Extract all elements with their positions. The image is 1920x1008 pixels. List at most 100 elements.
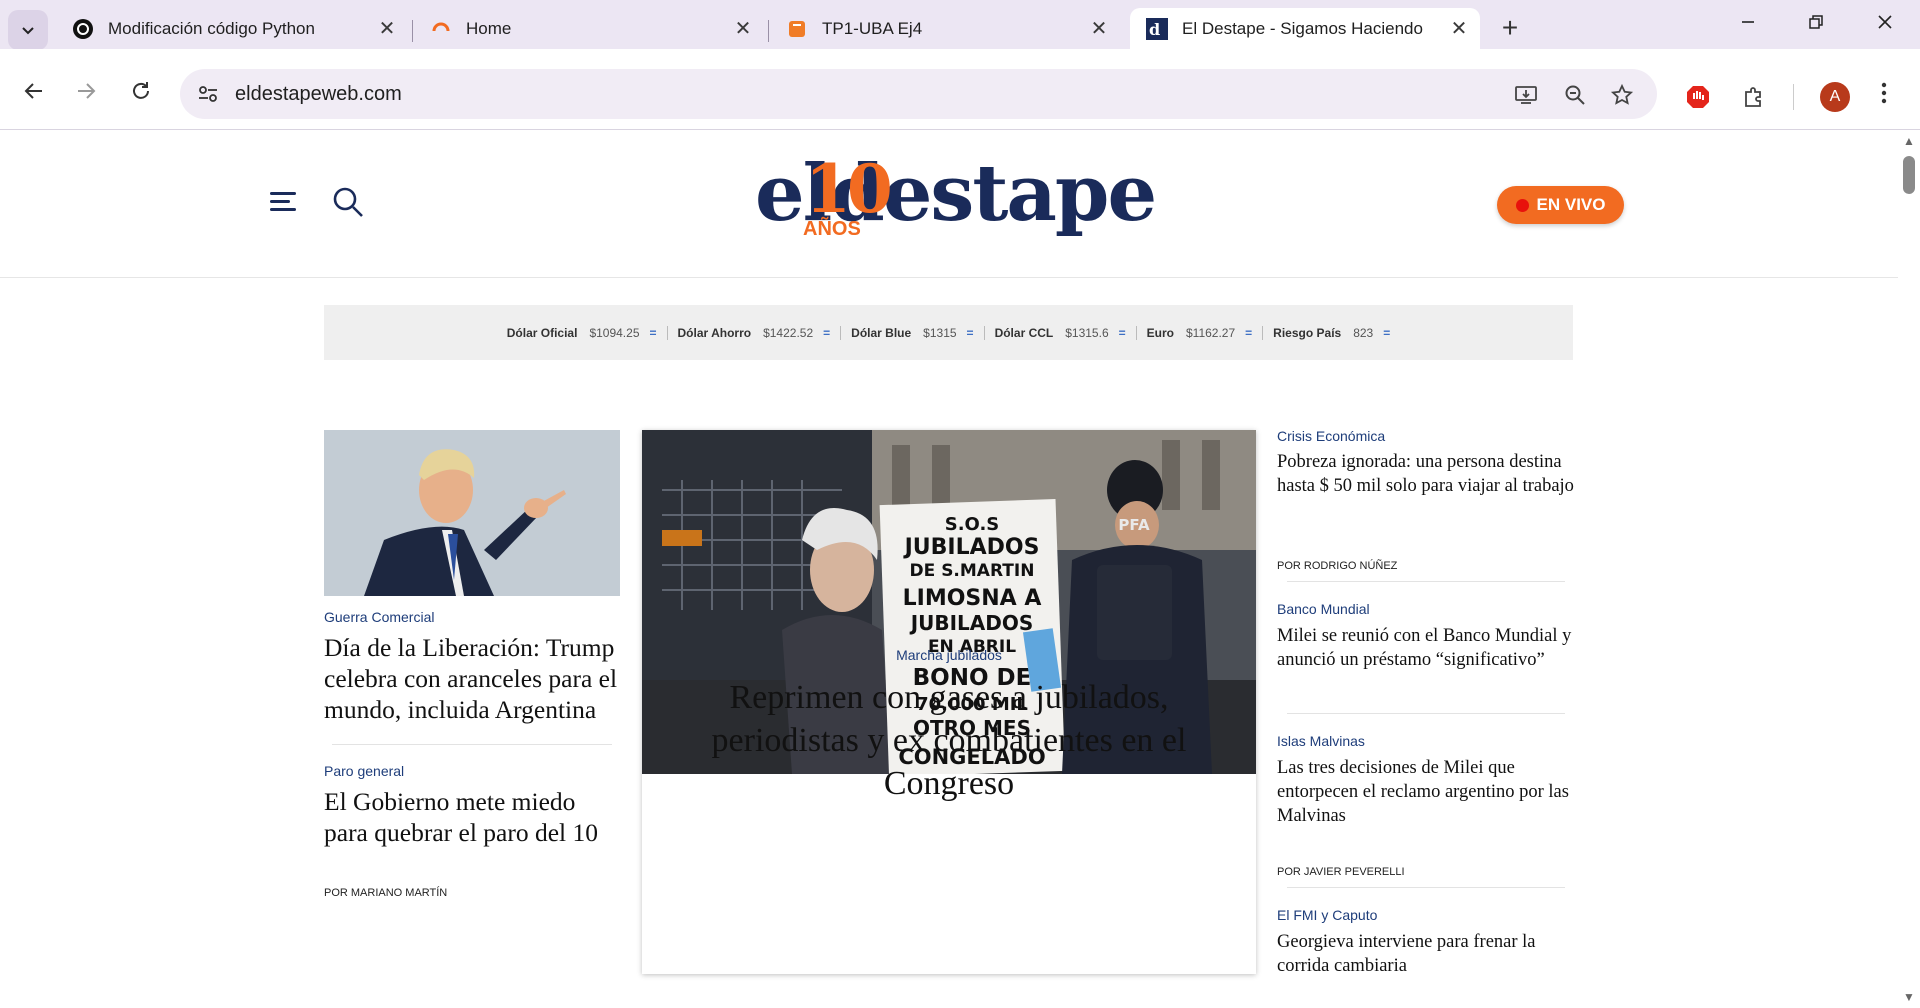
tab-search-button[interactable]	[8, 10, 48, 50]
story-byline: Por MARIANO MARTÍN	[324, 887, 448, 899]
tab-close-button[interactable]: ✕	[728, 16, 758, 41]
ticker-change: =	[1118, 325, 1126, 340]
svg-text:d: d	[1149, 20, 1160, 39]
story-kicker[interactable]: Banco Mundial	[1277, 601, 1370, 617]
story-kicker[interactable]: Guerra Comercial	[324, 609, 434, 625]
ticker-value: 823	[1353, 325, 1374, 340]
live-button[interactable]: EN VIVO	[1497, 186, 1624, 224]
story-byline: Por RODRIGO NÚÑEZ	[1277, 560, 1398, 572]
sign-text: DE S.MARTIN	[910, 561, 1035, 581]
tab-close-button[interactable]: ✕	[1084, 16, 1114, 41]
el-destape-favicon-icon: d	[1146, 17, 1168, 40]
main-headline[interactable]: Reprimen con gases a jubilados, periodis…	[680, 676, 1218, 805]
browser-toolbar: eldestapeweb.com A	[0, 49, 1920, 130]
install-app-icon[interactable]	[1512, 81, 1540, 109]
ticker-value: $1315	[923, 325, 957, 340]
story-headline[interactable]: Georgieva interviene para frenar la corr…	[1277, 930, 1577, 978]
ticker-label: Dólar Oficial	[506, 325, 578, 340]
ticker-item[interactable]: Dólar Ahorro $1422.52 =	[668, 325, 842, 340]
chevron-down-icon	[22, 27, 34, 35]
arrow-right-icon	[78, 83, 96, 99]
ticker-label: Euro	[1146, 325, 1174, 340]
ticker-label: Dólar Ahorro	[677, 325, 752, 340]
tab-el-destape[interactable]: d El Destape - Sigamos Haciendo ✕	[1130, 8, 1480, 49]
logo-anos-text: AÑOS	[803, 218, 861, 240]
ticker-label: Dólar CCL	[994, 325, 1054, 340]
page-viewport: eldestape 10 AÑOS EN VIVO Dólar Oficial …	[0, 130, 1898, 1008]
story-headline[interactable]: Día de la Liberación: Trump celebra con …	[324, 632, 624, 725]
scroll-up-icon[interactable]: ▲	[1903, 134, 1915, 148]
ticker-change: =	[1245, 325, 1253, 340]
tab-modificacion-codigo[interactable]: Modificación código Python ✕	[56, 8, 408, 49]
back-button[interactable]	[14, 71, 54, 111]
story-headline[interactable]: El Gobierno mete miedo para quebrar el p…	[324, 786, 624, 848]
story-divider	[1287, 713, 1565, 714]
site-logo[interactable]: eldestape 10 AÑOS	[755, 148, 1157, 248]
ticker-change: =	[649, 325, 657, 340]
zoom-icon[interactable]	[1561, 81, 1589, 109]
url-text[interactable]: eldestapeweb.com	[235, 83, 402, 106]
story-kicker[interactable]: El FMI y Caputo	[1277, 907, 1377, 923]
ticker-change: =	[1383, 325, 1391, 340]
story-kicker[interactable]: Crisis Económica	[1277, 428, 1385, 444]
new-tab-button[interactable]: +	[1493, 12, 1527, 44]
main-kicker[interactable]: Marcha jubilados	[642, 647, 1256, 663]
story-kicker[interactable]: Islas Malvinas	[1277, 733, 1365, 749]
ticker-value: $1315.6	[1065, 325, 1109, 340]
tab-divider	[768, 20, 769, 42]
minimize-icon	[1742, 21, 1754, 23]
tab-tp1-uba[interactable]: TP1-UBA Ej4 ✕	[770, 8, 1120, 49]
bookmark-star-icon[interactable]	[1608, 81, 1636, 109]
story-kicker[interactable]: Paro general	[324, 763, 404, 779]
ticker-item[interactable]: Euro $1162.27 =	[1137, 325, 1264, 340]
close-window-button[interactable]	[1862, 10, 1908, 36]
reload-icon	[133, 82, 149, 99]
ad-blocker-extension-icon[interactable]	[1684, 83, 1712, 111]
restore-icon	[1809, 15, 1823, 29]
close-icon	[1878, 15, 1892, 29]
scroll-down-icon[interactable]: ▼	[1903, 990, 1915, 1004]
tab-home[interactable]: Home ✕	[414, 8, 764, 49]
ticker-item[interactable]: Dólar CCL $1315.6 =	[985, 325, 1137, 340]
browser-menu-button[interactable]	[1872, 77, 1896, 117]
police-badge-text: PFA	[1118, 516, 1150, 534]
page-scrollbar[interactable]: ▲ ▼	[1898, 130, 1920, 1008]
address-bar[interactable]: eldestapeweb.com	[180, 69, 1657, 119]
ticker-change: =	[823, 325, 831, 340]
tab-strip: Modificación código Python ✕ Home ✕ TP1-…	[0, 0, 1920, 50]
ticker-label: Dólar Blue	[851, 325, 912, 340]
ticker-item[interactable]: Dólar Oficial $1094.25 =	[497, 325, 668, 340]
ticker-item[interactable]: Dólar Blue $1315 =	[841, 325, 985, 340]
tab-close-button[interactable]: ✕	[372, 16, 402, 41]
minimize-button[interactable]	[1725, 10, 1771, 36]
live-dot-icon	[1515, 198, 1529, 212]
sign-text: JUBILADOS	[909, 611, 1034, 635]
site-settings-icon[interactable]	[196, 82, 220, 106]
story-headline[interactable]: Las tres decisiones de Milei que entorpe…	[1277, 756, 1577, 828]
ticker-value: $1422.52	[763, 325, 814, 340]
tab-title: El Destape - Sigamos Haciendo	[1182, 18, 1423, 38]
tab-title: Modificación código Python	[108, 18, 315, 38]
profile-avatar[interactable]: A	[1820, 82, 1850, 112]
sign-text: JUBILADOS	[903, 535, 1040, 560]
loading-icon	[430, 18, 452, 40]
scrollbar-thumb[interactable]	[1903, 156, 1915, 194]
trump-photo[interactable]	[324, 430, 620, 596]
sign-text: S.O.S	[945, 514, 1000, 535]
hamburger-menu-icon[interactable]	[270, 192, 296, 218]
site-header: eldestape 10 AÑOS EN VIVO	[0, 130, 1898, 278]
ticker-label: Riesgo País	[1273, 325, 1342, 340]
ticker-change: =	[966, 325, 974, 340]
forward-button[interactable]	[66, 71, 106, 111]
story-divider	[332, 744, 612, 745]
ticker-item[interactable]: Riesgo País 823 =	[1263, 326, 1400, 340]
tab-close-button[interactable]: ✕	[1444, 16, 1474, 41]
site-search-icon[interactable]	[332, 186, 364, 218]
story-headline[interactable]: Pobreza ignorada: una persona destina ha…	[1277, 450, 1577, 498]
reload-button[interactable]	[121, 71, 161, 111]
extensions-puzzle-icon[interactable]	[1740, 83, 1768, 111]
story-divider	[1287, 581, 1565, 582]
ticker-value: $1094.25	[589, 325, 640, 340]
story-headline[interactable]: Milei se reunió con el Banco Mundial y a…	[1277, 624, 1577, 672]
restore-button[interactable]	[1793, 10, 1839, 36]
